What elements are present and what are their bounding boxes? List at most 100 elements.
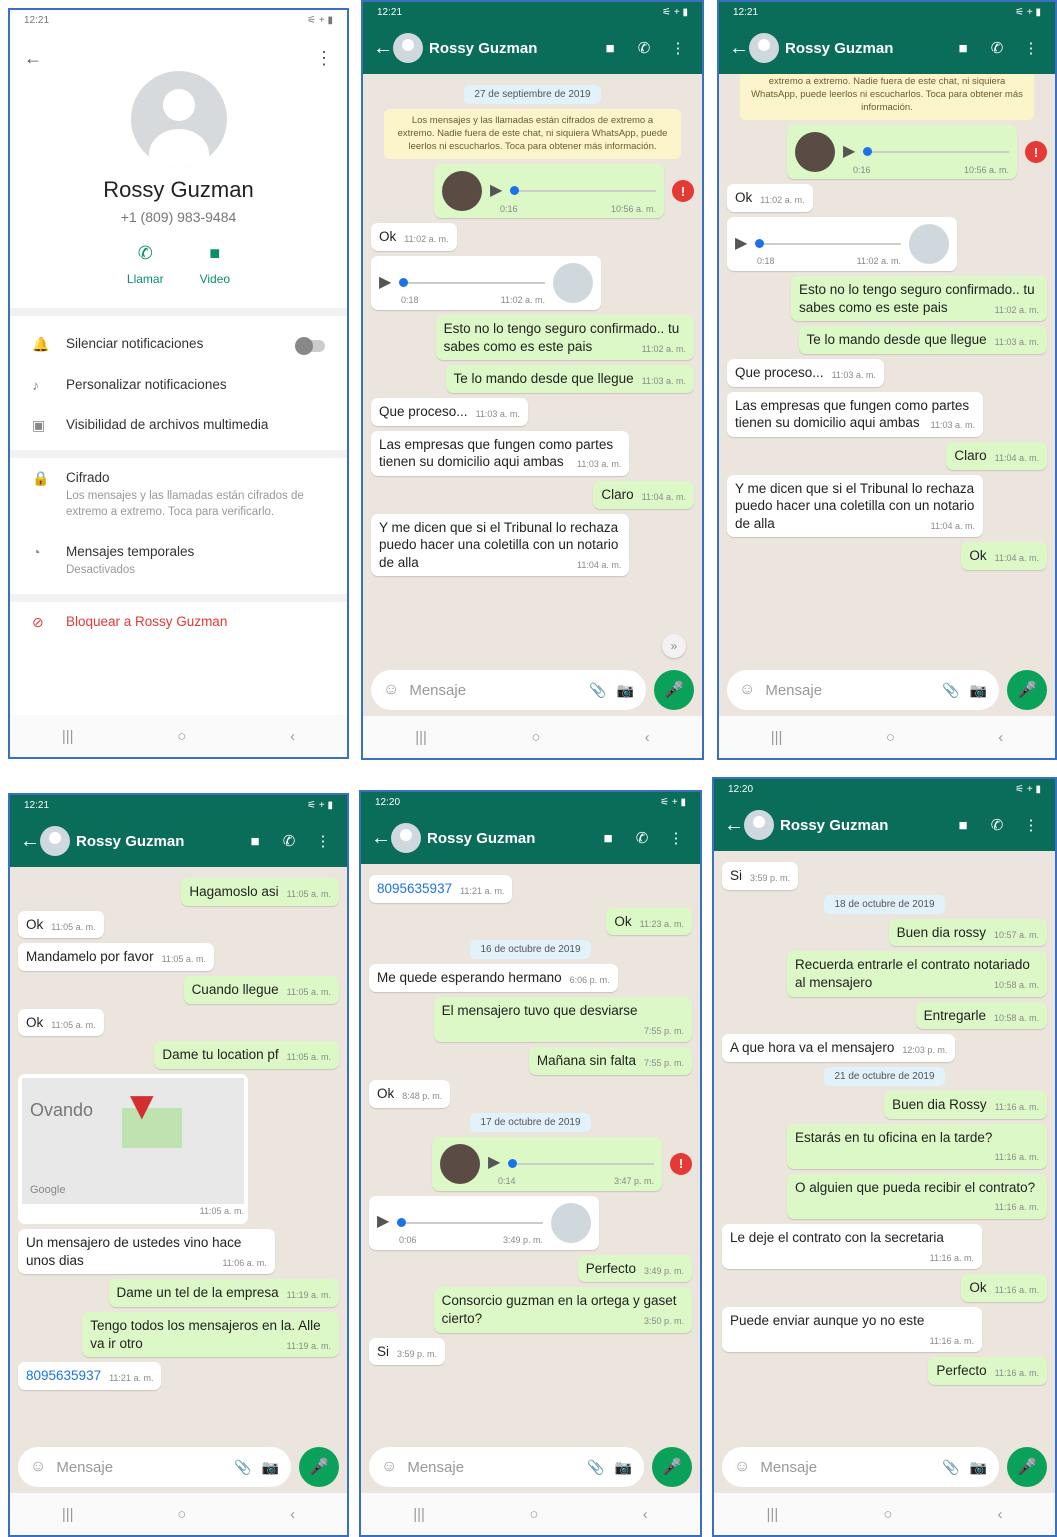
emoji-icon[interactable]: ☺: [734, 1458, 750, 1476]
attach-icon[interactable]: 📎: [942, 682, 959, 699]
avatar[interactable]: [391, 823, 421, 853]
voice-message[interactable]: ▶ 0:14 3:47 p. m.: [432, 1136, 662, 1191]
phone-icon[interactable]: ✆: [983, 39, 1011, 57]
message-input[interactable]: ☺ Mensaje 📎 📷: [727, 670, 999, 710]
back-icon[interactable]: ‹: [998, 729, 1003, 746]
scroll-down-icon[interactable]: »: [662, 634, 686, 658]
play-icon[interactable]: ▶: [490, 181, 502, 202]
video-button[interactable]: ■ Video: [200, 243, 230, 286]
temporary-messages-row[interactable]: ◔ Mensajes temporales Desactivados: [10, 532, 347, 590]
message-bubble[interactable]: Si 3:59 p. m.: [722, 862, 799, 890]
message-list[interactable]: 8095635937 11:21 a. m. Ok 11:23 a. m. 16 d…: [361, 864, 700, 1450]
more-options-icon[interactable]: ⋮: [1017, 816, 1045, 834]
mic-button[interactable]: 🎤: [299, 1447, 339, 1487]
message-bubble[interactable]: Dame tu location pf 11:05 a. m.: [154, 1041, 339, 1070]
message-bubble[interactable]: Ok 11:02 a. m.: [371, 223, 457, 252]
custom-notifications-row[interactable]: ♪ Personalizar notificaciones: [10, 365, 347, 405]
attach-icon[interactable]: 📎: [587, 1459, 604, 1476]
back-arrow-icon[interactable]: ←: [724, 814, 744, 837]
more-options-icon[interactable]: ⋮: [1017, 39, 1045, 57]
camera-icon[interactable]: 📷: [970, 1459, 987, 1476]
camera-icon[interactable]: 📷: [617, 682, 634, 699]
home-icon[interactable]: ○: [883, 1506, 892, 1523]
play-icon[interactable]: ▶: [379, 273, 391, 294]
message-bubble[interactable]: Ok 11:02 a. m.: [727, 184, 813, 213]
message-bubble[interactable]: Le deje el contrato con la secretaria 11:…: [722, 1224, 982, 1270]
map-thumbnail[interactable]: Ovando ▼ Google: [22, 1078, 244, 1205]
attach-icon[interactable]: 📎: [234, 1459, 251, 1476]
recents-icon[interactable]: |||: [767, 1506, 779, 1523]
avatar[interactable]: [130, 71, 227, 167]
message-bubble[interactable]: Ok 11:05 a. m.: [18, 1008, 104, 1037]
message-bubble[interactable]: Que proceso... 11:03 a. m.: [371, 398, 528, 426]
encryption-row[interactable]: 🔒 Cifrado Los mensajes y las llamadas está…: [10, 458, 347, 532]
voice-message[interactable]: ▶ 0:16 10:56 a. m.: [434, 164, 664, 219]
avatar[interactable]: [393, 33, 423, 63]
back-icon[interactable]: ‹: [290, 728, 295, 745]
message-bubble[interactable]: Las empresas que fungen como partes tien…: [371, 430, 630, 476]
home-icon[interactable]: ○: [529, 1506, 538, 1523]
message-bubble[interactable]: A que hora va el mensajero 12:03 p. m.: [722, 1034, 956, 1062]
message-bubble[interactable]: Ok 11:23 a. m.: [606, 907, 692, 936]
message-bubble[interactable]: Las empresas que fungen como partes tien…: [727, 391, 983, 437]
message-bubble[interactable]: Perfecto 3:49 p. m.: [577, 1254, 692, 1283]
message-bubble[interactable]: Y me dicen que si el Tribunal lo rechaza…: [371, 513, 630, 577]
media-visibility-row[interactable]: ▣ Visibilidad de archivos multimedia: [10, 405, 347, 446]
avatar[interactable]: [744, 810, 774, 840]
call-button[interactable]: ✆ Llamar: [127, 243, 164, 286]
recents-icon[interactable]: |||: [415, 729, 427, 746]
mic-button[interactable]: 🎤: [1007, 670, 1047, 710]
play-icon[interactable]: ▶: [488, 1153, 500, 1174]
message-bubble[interactable]: Hagamoslo asi 11:05 a. m.: [181, 878, 339, 906]
back-arrow-icon[interactable]: ←: [373, 37, 393, 60]
message-bubble[interactable]: Dame un tel de la empresa 11:19 a. m.: [108, 1279, 339, 1308]
message-bubble[interactable]: O alguien que pueda recibir el contrato?…: [787, 1173, 1047, 1220]
avatar[interactable]: [749, 33, 779, 63]
message-list[interactable]: 27 de septiembre de 2019 Los mensajes y …: [363, 74, 702, 673]
message-input[interactable]: ☺ Mensaje 📎 📷: [371, 670, 646, 710]
message-bubble[interactable]: Recuerda entrarle el contrato notariado …: [787, 951, 1047, 997]
emoji-icon[interactable]: ☺: [383, 681, 399, 699]
recents-icon[interactable]: |||: [413, 1506, 425, 1523]
message-bubble[interactable]: Que proceso... 11:03 a. m.: [727, 359, 884, 387]
camera-icon[interactable]: 📷: [615, 1459, 632, 1476]
voice-message[interactable]: ▶ 0:06 3:49 p. m.: [369, 1195, 599, 1250]
encryption-notice[interactable]: Los mensajes y las llamadas están cifrad…: [383, 109, 682, 160]
message-bubble[interactable]: Tengo todos los mensajeros en la. Alle v…: [82, 1312, 339, 1358]
more-options-icon[interactable]: ⋮: [309, 832, 337, 850]
home-icon[interactable]: ○: [177, 1506, 186, 1523]
recents-icon[interactable]: |||: [771, 729, 783, 746]
camera-icon[interactable]: 📷: [970, 682, 987, 699]
avatar[interactable]: [40, 826, 70, 856]
back-arrow-icon[interactable]: ←: [20, 830, 40, 853]
back-arrow-icon[interactable]: ←: [24, 48, 42, 69]
recents-icon[interactable]: |||: [62, 728, 74, 745]
play-icon[interactable]: ▶: [843, 142, 855, 163]
phone-link[interactable]: 8095635937: [377, 881, 452, 896]
message-bubble[interactable]: Entregarle 10:58 a. m.: [915, 1001, 1047, 1030]
camera-icon[interactable]: 📷: [262, 1459, 279, 1476]
video-camera-icon[interactable]: ■: [241, 833, 269, 850]
emoji-icon[interactable]: ☺: [739, 681, 755, 699]
more-options-icon[interactable]: ⋮: [662, 829, 690, 847]
video-camera-icon[interactable]: ■: [949, 817, 977, 834]
play-icon[interactable]: ▶: [377, 1212, 389, 1233]
message-bubble[interactable]: Puede enviar aunque yo no este 11:16 a. m…: [722, 1307, 982, 1353]
message-bubble[interactable]: Ok 11:04 a. m.: [961, 542, 1047, 571]
voice-message[interactable]: ▶ 0:18 11:02 a. m.: [727, 217, 957, 272]
message-bubble[interactable]: 8095635937 11:21 a. m.: [18, 1362, 162, 1390]
chat-title[interactable]: Rossy Guzman: [785, 40, 943, 57]
chat-title[interactable]: Rossy Guzman: [427, 830, 588, 847]
location-message[interactable]: Ovando ▼ Google 11:05 a. m.: [18, 1074, 248, 1225]
home-icon[interactable]: ○: [177, 728, 186, 745]
message-bubble[interactable]: Mandamelo por favor 11:05 a. m.: [18, 943, 214, 972]
message-bubble[interactable]: Ok 11:05 a. m.: [18, 910, 104, 939]
home-icon[interactable]: ○: [886, 729, 895, 746]
recents-icon[interactable]: |||: [62, 1506, 74, 1523]
message-bubble[interactable]: 8095635937 11:21 a. m.: [369, 875, 513, 903]
play-icon[interactable]: ▶: [735, 234, 747, 255]
message-bubble[interactable]: Perfecto 11:16 a. m.: [928, 1357, 1047, 1385]
encryption-notice[interactable]: extremo a extremo. Nadie fuera de este c…: [739, 74, 1035, 121]
message-bubble[interactable]: Claro 11:04 a. m.: [946, 441, 1047, 470]
voice-message[interactable]: ▶ 0:16 10:56 a. m.: [787, 125, 1017, 180]
